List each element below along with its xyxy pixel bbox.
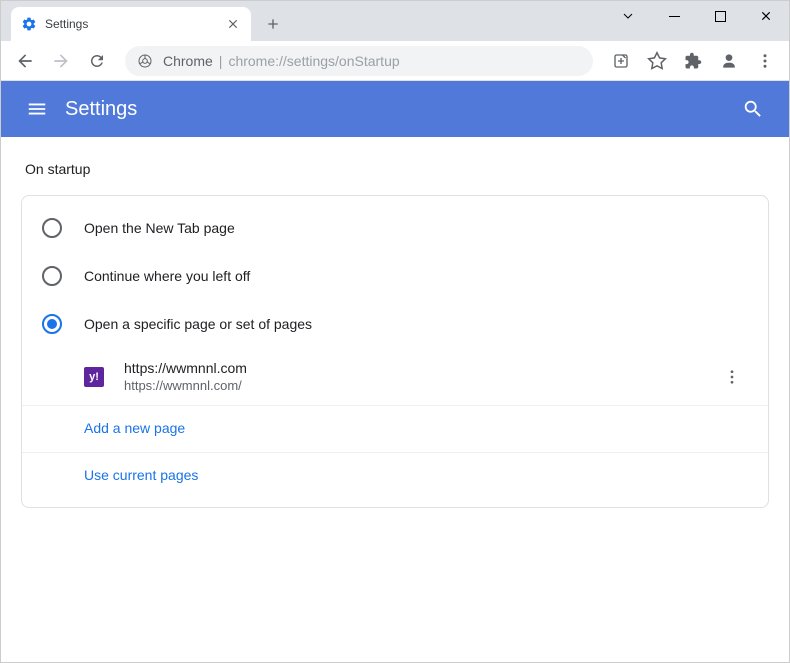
page-entry-menu-icon[interactable] bbox=[716, 361, 748, 393]
option-label: Continue where you left off bbox=[84, 268, 250, 284]
settings-content: On startup Open the New Tab page Continu… bbox=[1, 137, 789, 532]
back-button[interactable] bbox=[9, 45, 41, 77]
page-entry-url: https://wwmnnl.com/ bbox=[124, 378, 716, 393]
option-new-tab[interactable]: Open the New Tab page bbox=[22, 204, 768, 252]
radio-selected-icon bbox=[42, 314, 62, 334]
settings-gear-icon bbox=[21, 16, 37, 32]
search-icon[interactable] bbox=[733, 89, 773, 129]
page-entry-title: https://wwmnnl.com bbox=[124, 360, 716, 376]
settings-header: Settings bbox=[1, 81, 789, 137]
forward-button[interactable] bbox=[45, 45, 77, 77]
radio-icon bbox=[42, 218, 62, 238]
page-info: https://wwmnnl.com https://wwmnnl.com/ bbox=[124, 360, 716, 393]
menu-icon[interactable] bbox=[749, 45, 781, 77]
page-title: Settings bbox=[65, 98, 733, 121]
action-link-label: Use current pages bbox=[84, 467, 198, 483]
option-label: Open a specific page or set of pages bbox=[84, 316, 312, 332]
option-continue[interactable]: Continue where you left off bbox=[22, 252, 768, 300]
extensions-icon[interactable] bbox=[677, 45, 709, 77]
browser-toolbar: Chrome | chrome://settings/onStartup bbox=[1, 41, 789, 81]
radio-icon bbox=[42, 266, 62, 286]
chrome-icon bbox=[137, 53, 153, 69]
address-bar[interactable]: Chrome | chrome://settings/onStartup bbox=[125, 46, 593, 76]
window-controls bbox=[605, 1, 789, 31]
star-icon[interactable] bbox=[641, 45, 673, 77]
startup-page-entry: y! https://wwmnnl.com https://wwmnnl.com… bbox=[22, 348, 768, 405]
close-tab-icon[interactable] bbox=[225, 16, 241, 32]
chevron-down-icon[interactable] bbox=[605, 1, 651, 31]
page-favicon-icon: y! bbox=[84, 367, 104, 387]
share-icon[interactable] bbox=[605, 45, 637, 77]
option-label: Open the New Tab page bbox=[84, 220, 235, 236]
omnibox-path: chrome://settings/onStartup bbox=[228, 53, 399, 69]
profile-icon[interactable] bbox=[713, 45, 745, 77]
hamburger-menu-icon[interactable] bbox=[17, 89, 57, 129]
new-tab-button[interactable] bbox=[259, 10, 287, 38]
section-title: On startup bbox=[25, 161, 769, 177]
add-page-button[interactable]: Add a new page bbox=[22, 405, 768, 452]
omnibox-separator: | bbox=[219, 53, 223, 69]
use-current-pages-button[interactable]: Use current pages bbox=[22, 452, 768, 499]
action-link-label: Add a new page bbox=[84, 420, 185, 436]
omnibox-origin: Chrome bbox=[163, 53, 213, 69]
startup-options-card: Open the New Tab page Continue where you… bbox=[21, 195, 769, 508]
window-titlebar: Settings bbox=[1, 1, 789, 41]
maximize-button[interactable] bbox=[697, 1, 743, 31]
reload-button[interactable] bbox=[81, 45, 113, 77]
tab-title: Settings bbox=[45, 17, 225, 31]
option-specific-pages[interactable]: Open a specific page or set of pages bbox=[22, 300, 768, 348]
close-window-button[interactable] bbox=[743, 1, 789, 31]
browser-tab[interactable]: Settings bbox=[11, 7, 251, 41]
minimize-button[interactable] bbox=[651, 1, 697, 31]
